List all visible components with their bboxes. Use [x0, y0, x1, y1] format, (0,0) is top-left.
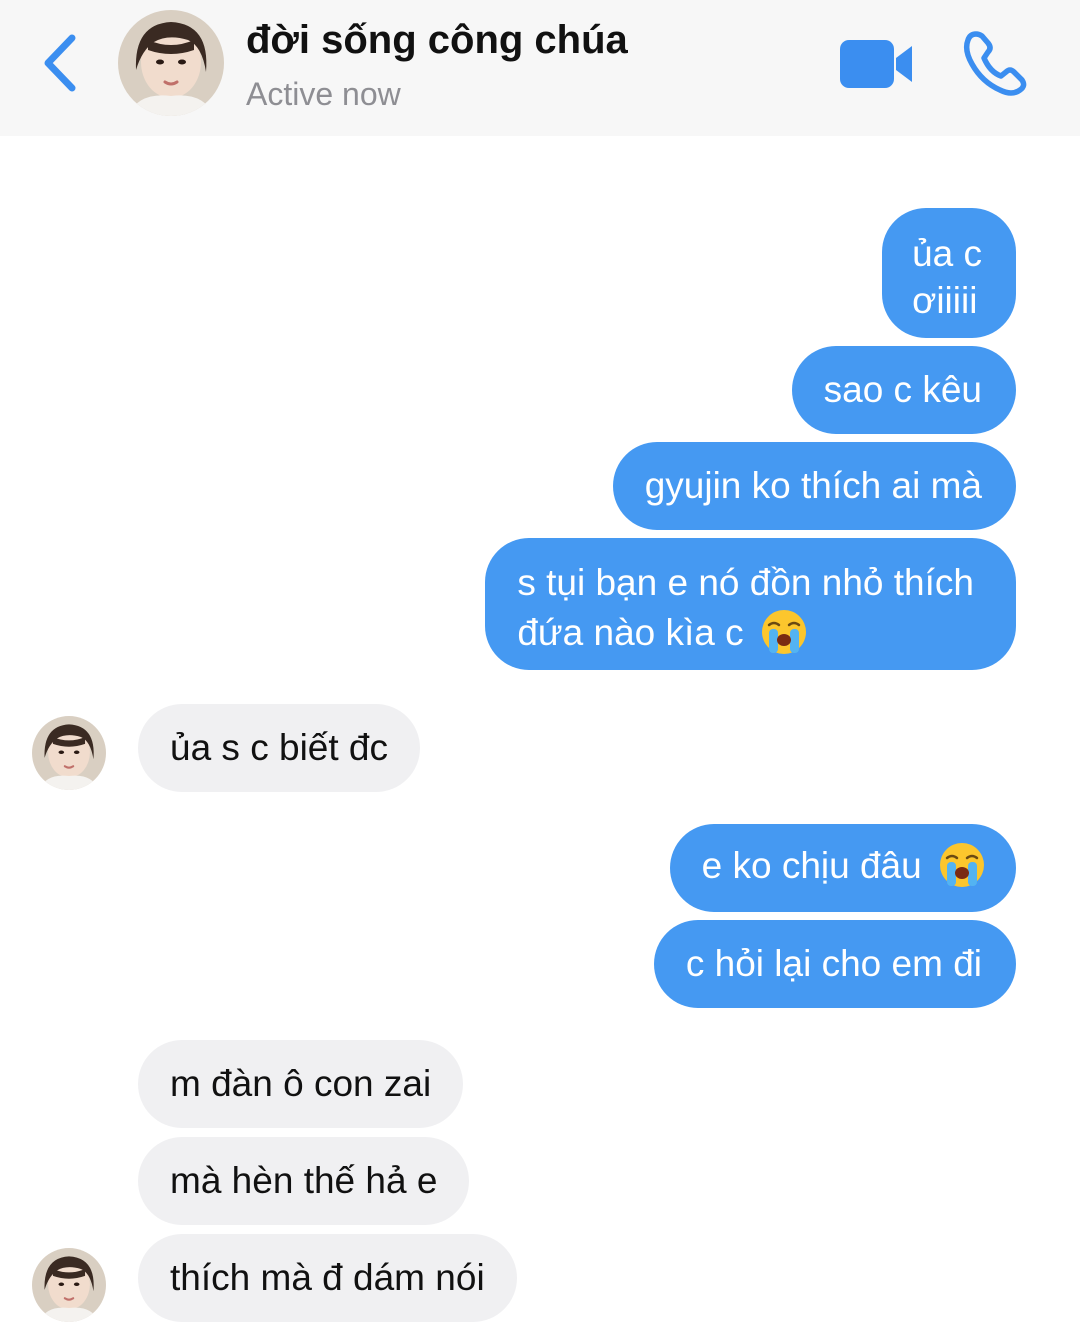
message-text: ủa c [912, 233, 982, 274]
video-camera-icon [840, 40, 912, 88]
outgoing-message[interactable]: gyujin ko thích ai mà [612, 442, 1016, 530]
outgoing-message[interactable]: e ko chịu đâu [669, 824, 1016, 912]
message-text: ủa s c biết đc [170, 727, 389, 768]
incoming-message[interactable]: thích mà đ dám nói [138, 1234, 517, 1322]
message-text: s tụi bạn e nó đồn nhỏ thích [517, 562, 974, 603]
chevron-left-icon [44, 34, 76, 92]
outgoing-message[interactable]: ủa c ơiiiii [882, 208, 1016, 338]
message-text: gyujin ko thích ai mà [644, 465, 982, 506]
loudly-crying-face-emoji [761, 610, 806, 655]
message-text: ơiiiii [912, 280, 978, 321]
phone-icon [963, 31, 1027, 96]
contact-avatar[interactable] [118, 10, 224, 116]
active-status: Active now [246, 76, 401, 112]
contact-avatar-small[interactable] [32, 716, 106, 790]
outgoing-message[interactable]: sao c kêu [791, 346, 1016, 434]
outgoing-message[interactable]: c hỏi lại cho em đi [653, 920, 1016, 1008]
contact-name[interactable]: đời sống công chúa [246, 18, 628, 63]
message-text: đứa nào kìa c [517, 612, 744, 653]
outgoing-message[interactable]: s tụi bạn e nó đồn nhỏ thích đứa nào kìa… [485, 538, 1016, 670]
video-call-button[interactable] [838, 36, 916, 92]
incoming-message[interactable]: m đàn ô con zai [138, 1040, 464, 1128]
message-text: c hỏi lại cho em đi [685, 943, 982, 984]
chat-screen: đời sống công chúa Active now ủa c ơiiii… [0, 0, 1080, 1344]
message-text: thích mà đ dám nói [170, 1257, 485, 1298]
message-text: e ko chịu đâu [701, 845, 922, 886]
loudly-crying-face-emoji [940, 843, 984, 888]
voice-call-button[interactable] [960, 28, 1030, 98]
chat-header: đời sống công chúa Active now [0, 0, 1080, 136]
message-text: mà hèn thế hả e [170, 1160, 438, 1201]
back-button[interactable] [30, 28, 90, 98]
message-text: sao c kêu [823, 369, 982, 410]
contact-avatar-small[interactable] [32, 1248, 106, 1322]
incoming-message[interactable]: ủa s c biết đc [138, 704, 421, 792]
incoming-message[interactable]: mà hèn thế hả e [138, 1137, 470, 1225]
message-text: m đàn ô con zai [170, 1063, 432, 1104]
